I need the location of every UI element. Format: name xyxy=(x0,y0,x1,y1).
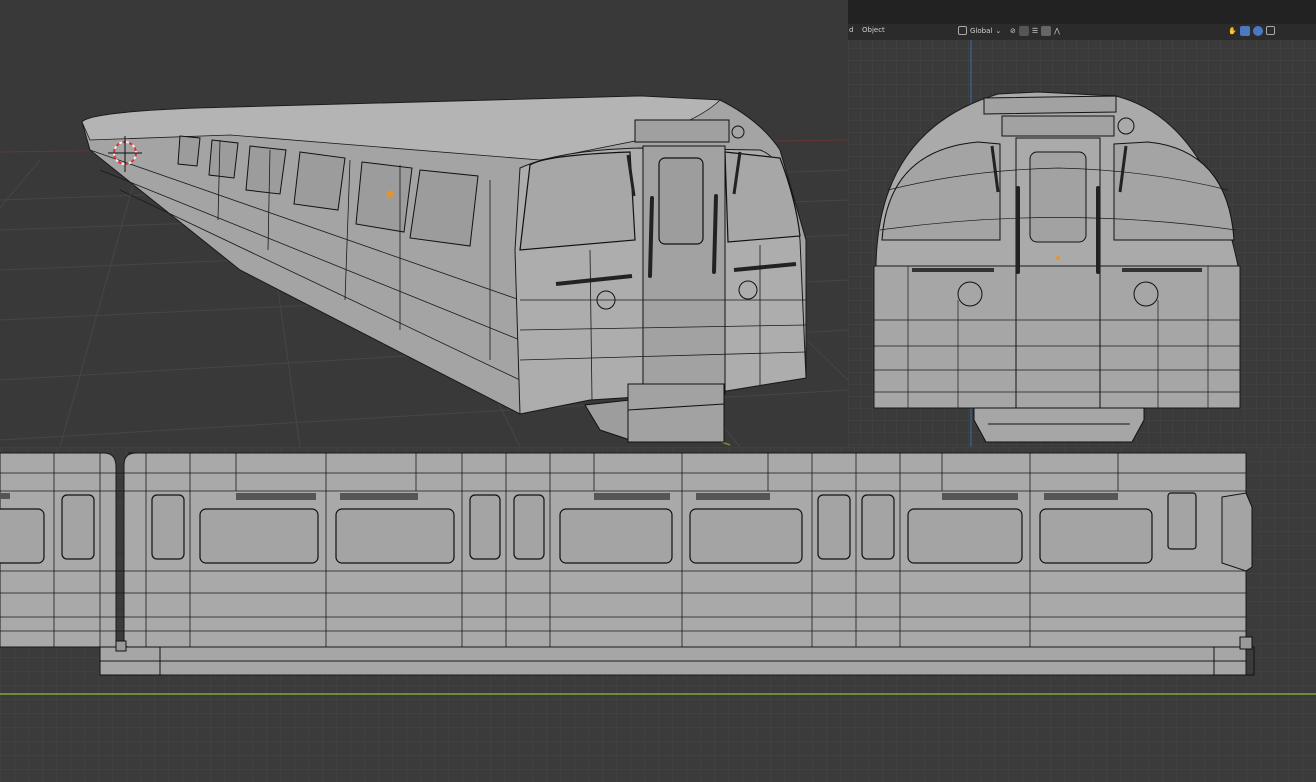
train-mesh-front[interactable] xyxy=(873,91,1241,443)
overlay-controls[interactable]: ✋ xyxy=(1228,24,1275,37)
top-bar xyxy=(848,0,1316,24)
viewport-front[interactable]: d Object Global ⌄ ⊘ ☰ ⋀ ✋ xyxy=(848,0,1316,447)
overlay-icon[interactable] xyxy=(1239,25,1250,36)
header-left-fragment: d xyxy=(849,26,854,34)
orientation-icon xyxy=(958,26,967,35)
perspective-canvas[interactable] xyxy=(0,0,848,447)
proportional-icon[interactable] xyxy=(1041,25,1052,36)
view-gizmo-icon[interactable]: ✋ xyxy=(1228,27,1237,35)
shading-icon[interactable] xyxy=(1265,26,1275,35)
object-origin-dot xyxy=(386,190,394,198)
train-mesh-side[interactable] xyxy=(0,452,1255,676)
viewport-header: d Object Global ⌄ ⊘ ☰ ⋀ ✋ xyxy=(848,0,1316,40)
xray-icon[interactable] xyxy=(1252,25,1263,36)
chevron-down-icon: ⌄ xyxy=(995,26,1002,35)
viewport-side[interactable] xyxy=(0,447,1316,782)
snap-icon[interactable] xyxy=(1018,25,1029,36)
side-canvas[interactable] xyxy=(0,447,1316,782)
front-canvas[interactable] xyxy=(848,0,1316,447)
falloff-icon: ⋀ xyxy=(1054,26,1060,35)
snap-target-icon: ☰ xyxy=(1031,26,1039,35)
pivot-controls[interactable]: ⊘ ☰ ⋀ xyxy=(1010,24,1060,37)
object-menu[interactable]: Object xyxy=(862,26,885,34)
transform-orientation-dropdown[interactable]: Global ⌄ xyxy=(958,24,1001,37)
pivot-icon: ⊘ xyxy=(1010,26,1016,35)
front-origin-dot xyxy=(1056,256,1060,260)
viewport-perspective[interactable] xyxy=(0,0,848,447)
orientation-label: Global xyxy=(970,26,993,35)
